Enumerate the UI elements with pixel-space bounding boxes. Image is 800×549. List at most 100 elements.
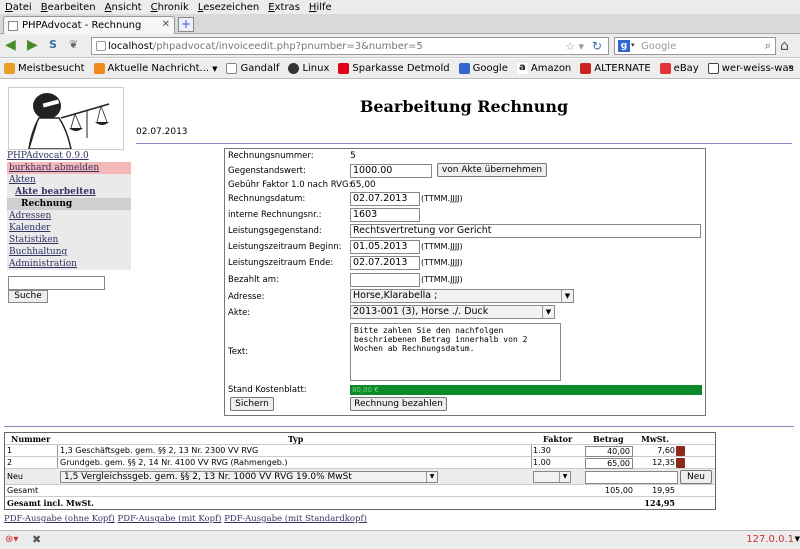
- sidebar-item-buchhaltung[interactable]: Buchhaltung: [7, 246, 131, 258]
- bookmark-sparkasse[interactable]: Sparkasse Detmold: [338, 63, 450, 74]
- table-row-gesamt: Gesamt 105,00 19,95: [5, 485, 715, 497]
- kostenblatt-label: Stand Kostenblatt:: [228, 385, 307, 395]
- menu-bearbeiten[interactable]: Bearbeiten: [41, 2, 96, 13]
- current-date: 02.07.2013: [136, 127, 188, 137]
- bookmark-nachrichten[interactable]: Aktuelle Nachricht... ▼: [93, 63, 217, 74]
- page-icon: [8, 20, 18, 31]
- sichern-button[interactable]: Sichern: [230, 397, 274, 411]
- rechnungsnummer-value: 5: [350, 151, 356, 161]
- s-addon-icon[interactable]: S: [49, 38, 57, 52]
- ende-input[interactable]: 02.07.2013: [350, 256, 420, 270]
- bookmark-ebay[interactable]: eBay: [659, 63, 699, 74]
- url-bar[interactable]: localhost/phpadvocat/invoiceedit.php?pnu…: [91, 37, 609, 55]
- interne-input[interactable]: 1603: [350, 208, 420, 222]
- gesamt-label: Gesamt: [7, 486, 39, 495]
- bookmark-alternate[interactable]: ALTERNATE: [580, 63, 651, 74]
- table-row: 2 Grundgeb. gem. §§ 2, 14 Nr. 4100 VV RV…: [5, 457, 715, 469]
- von-akte-button[interactable]: von Akte übernehmen: [437, 163, 547, 177]
- sidebar-item-kalender[interactable]: Kalender: [7, 222, 131, 234]
- menu-bar: Datei Bearbeiten Ansicht Chronik Lesezei…: [0, 0, 800, 14]
- sidebar-item-adressen[interactable]: Adressen: [7, 210, 131, 222]
- justitia-image: [28, 93, 110, 150]
- akte-select[interactable]: 2013-001 (3), Horse ./. Duck ▼: [350, 305, 555, 319]
- search-icon[interactable]: ⌕: [765, 39, 771, 53]
- pdf-ohne-kopf-link[interactable]: PDF-Ausgabe (ohne Kopf): [4, 514, 115, 524]
- row-betrag[interactable]: 65,00: [585, 458, 633, 469]
- bezahlt-input[interactable]: [350, 273, 420, 287]
- ende-hint: (TTMM.JJJJ): [421, 258, 463, 267]
- bookmark-wer-weiss-was[interactable]: wer-weiss-was: [707, 63, 794, 74]
- adresse-label: Adresse:: [228, 292, 265, 302]
- text-area[interactable]: Bitte zahlen Sie den nachfolgen beschrie…: [350, 323, 561, 381]
- reload-icon[interactable]: ↻: [592, 39, 602, 53]
- home-icon[interactable]: ⌂: [780, 38, 789, 54]
- gebuehr-label: Gebühr Faktor 1.0 nach RVG:: [228, 180, 352, 190]
- bookmark-google[interactable]: Google: [458, 63, 508, 74]
- delete-icon[interactable]: [676, 446, 685, 456]
- nav-bar: ◀ ▶ S ❦ localhost/phpadvocat/invoiceedit…: [0, 34, 800, 58]
- chevron-down-icon[interactable]: ▾: [631, 41, 635, 49]
- bookmark-linux[interactable]: Linux: [288, 63, 329, 74]
- logout-link[interactable]: burkhard abmelden: [7, 162, 131, 174]
- menu-extras[interactable]: Extras: [268, 2, 300, 13]
- close-addon-icon[interactable]: ✖: [32, 533, 41, 546]
- bookmark-amazon[interactable]: a Amazon: [516, 63, 571, 74]
- version-link[interactable]: PHPAdvocat 0.9.0: [7, 150, 131, 162]
- table-row-new: Neu 1,5 Vergleichssgeb. gem. §§ 2, 13 Nr…: [5, 469, 715, 485]
- overflow-chevron-icon[interactable]: »: [788, 62, 794, 73]
- bookmark-label: Linux: [302, 63, 330, 74]
- chevron-down-icon: ▼: [542, 306, 554, 318]
- menu-datei[interactable]: Datei: [5, 2, 32, 13]
- google-icon[interactable]: g: [618, 40, 630, 52]
- sidebar-item-akten[interactable]: Akten: [7, 174, 131, 186]
- adresse-select[interactable]: Horse,Klarabella ; ▼: [350, 289, 574, 303]
- rechnungsnummer-label: Rechnungsnummer:: [228, 151, 314, 161]
- addon-icon[interactable]: ❦: [69, 38, 78, 52]
- row-mwst: 12,35: [652, 458, 675, 467]
- beginn-input[interactable]: 01.05.2013: [350, 240, 420, 254]
- sidebar-item-rechnung[interactable]: Rechnung: [7, 198, 131, 210]
- pdf-links: PDF-Ausgabe (ohne Kopf) PDF-Ausgabe (mit…: [4, 514, 367, 524]
- leistungsgegenstand-input[interactable]: Rechtsvertretung vor Gericht: [350, 224, 701, 238]
- bookmark-label: Sparkasse Detmold: [352, 63, 450, 74]
- bookmark-meistbesucht[interactable]: Meistbesucht: [4, 63, 85, 74]
- new-betrag-input[interactable]: [585, 471, 678, 484]
- bookmark-gandalf[interactable]: Gandalf: [226, 63, 279, 74]
- invoice-form: Rechnungsnummer: 5 Gegenstandswert: 1000…: [224, 148, 706, 416]
- sidebar-search-input[interactable]: [8, 276, 105, 290]
- rechnungsdatum-input[interactable]: 02.07.2013: [350, 192, 420, 206]
- menu-hilfe[interactable]: Hilfe: [309, 2, 332, 13]
- addon-bar-icon[interactable]: ⊛▾: [5, 534, 18, 545]
- sidebar: PHPAdvocat 0.9.0 burkhard abmelden Akten…: [7, 150, 131, 270]
- menu-ansicht[interactable]: Ansicht: [105, 2, 142, 13]
- neu-button[interactable]: Neu: [680, 470, 712, 484]
- pdf-mit-kopf-link[interactable]: PDF-Ausgabe (mit Kopf): [118, 514, 222, 524]
- header-divider: [136, 143, 792, 144]
- row-betrag[interactable]: 40,00: [585, 446, 633, 457]
- gegenstandswert-label: Gegenstandswert:: [228, 166, 306, 176]
- sidebar-item-akte-bearbeiten[interactable]: Akte bearbeiten: [7, 186, 131, 198]
- bookmark-star-icon[interactable]: ☆ ▾: [565, 40, 584, 53]
- page-title: Bearbeitung Rechnung: [359, 97, 569, 116]
- new-faktor-select[interactable]: ▼: [533, 471, 571, 483]
- tab-rechnung[interactable]: PHPAdvocat - Rechnung ✕: [3, 16, 175, 34]
- delete-icon[interactable]: [676, 458, 685, 468]
- chevron-down-icon[interactable]: ▼: [795, 535, 800, 543]
- pdf-standardkopf-link[interactable]: PDF-Ausgabe (mit Standardkopf): [224, 514, 367, 524]
- new-typ-select[interactable]: 1,5 Vergleichssgeb. gem. §§ 2, 13 Nr. 10…: [60, 471, 438, 483]
- gegenstandswert-input[interactable]: 1000.00: [350, 164, 432, 178]
- search-button[interactable]: Suche: [8, 290, 48, 303]
- forward-icon[interactable]: ▶: [27, 38, 38, 52]
- sidebar-item-administration[interactable]: Administration: [7, 258, 131, 270]
- search-bar[interactable]: g ▾ Google ⌕: [614, 37, 776, 55]
- rechnung-bezahlen-button[interactable]: Rechnung bezahlen: [350, 397, 447, 411]
- new-tab-button[interactable]: +: [178, 17, 194, 32]
- menu-chronik[interactable]: Chronik: [151, 2, 189, 13]
- site-icon: [96, 41, 106, 51]
- back-icon[interactable]: ◀: [5, 38, 16, 52]
- sidebar-item-statistiken[interactable]: Statistiken: [7, 234, 131, 246]
- ende-label: Leistungszeitraum Ende:: [228, 258, 334, 268]
- close-tab-icon[interactable]: ✕: [162, 19, 170, 30]
- column-divider: [57, 445, 58, 456]
- menu-lesezeichen[interactable]: Lesezeichen: [198, 2, 259, 13]
